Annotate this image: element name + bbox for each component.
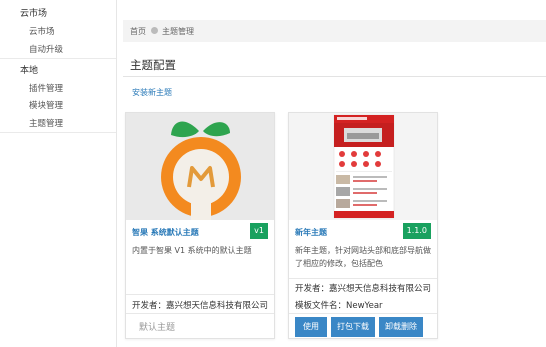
default-theme-label: 默认主题 (139, 323, 176, 333)
theme-thumbnail (289, 113, 437, 220)
theme-template-file: 模板文件名：NewYear (295, 301, 383, 311)
download-theme-button[interactable]: 打包下载 (331, 317, 375, 337)
page-title: 主题配置 (130, 58, 176, 72)
sidebar-group-local: 本地 (20, 66, 39, 76)
theme-thumbnail (126, 113, 274, 220)
breadcrumb-current: 主题管理 (162, 27, 194, 36)
version-badge: 1.1.0 (402, 223, 431, 239)
theme-description: 内置于智果 V1 系统中的默认主题 (132, 246, 252, 255)
breadcrumb-separator-icon (151, 27, 158, 34)
card-divider (289, 278, 437, 279)
theme-card-newyear: 新年主题 1.1.0 新年主题，针对网站头部和底部导航做了相应的修改，包括配色 … (288, 112, 438, 339)
sidebar-group-cloud: 云市场 (20, 9, 48, 19)
card-divider (289, 313, 437, 314)
sidebar-item-auto-upgrade[interactable]: 自动升级 (29, 43, 63, 55)
theme-title[interactable]: 新年主题 (295, 227, 327, 238)
newyear-preview-image (289, 113, 437, 220)
version-badge: v1 (250, 223, 268, 239)
sidebar-item-modules[interactable]: 模块管理 (29, 99, 63, 111)
sidebar: 云市场 云市场 自动升级 本地 插件管理 模块管理 主题管理 (0, 0, 117, 347)
use-theme-button[interactable]: 使用 (295, 317, 327, 337)
install-theme-link[interactable]: 安装新主题 (132, 87, 172, 98)
theme-developer: 开发者：嘉兴想天信息科技有限公司 (132, 301, 269, 311)
theme-title[interactable]: 智果 系统默认主题 (132, 227, 199, 238)
card-divider (126, 313, 274, 314)
sidebar-item-themes[interactable]: 主题管理 (29, 117, 63, 129)
theme-card-default: 智果 系统默认主题 v1 内置于智果 V1 系统中的默认主题 开发者：嘉兴想天信… (125, 112, 275, 339)
sidebar-item-plugins[interactable]: 插件管理 (29, 82, 63, 94)
theme-developer: 开发者：嘉兴想天信息科技有限公司 (295, 284, 432, 294)
title-divider (123, 76, 546, 77)
sidebar-item-cloud-market[interactable]: 云市场 (29, 25, 55, 37)
card-divider (126, 294, 274, 295)
theme-description: 新年主题，针对网站头部和底部导航做了相应的修改，包括配色 (295, 246, 431, 268)
sidebar-divider (0, 58, 116, 59)
sidebar-divider (0, 132, 116, 133)
uninstall-theme-button[interactable]: 卸载删除 (379, 317, 423, 337)
breadcrumb-home[interactable]: 首页 (130, 26, 146, 37)
orange-logo-icon (126, 113, 274, 220)
